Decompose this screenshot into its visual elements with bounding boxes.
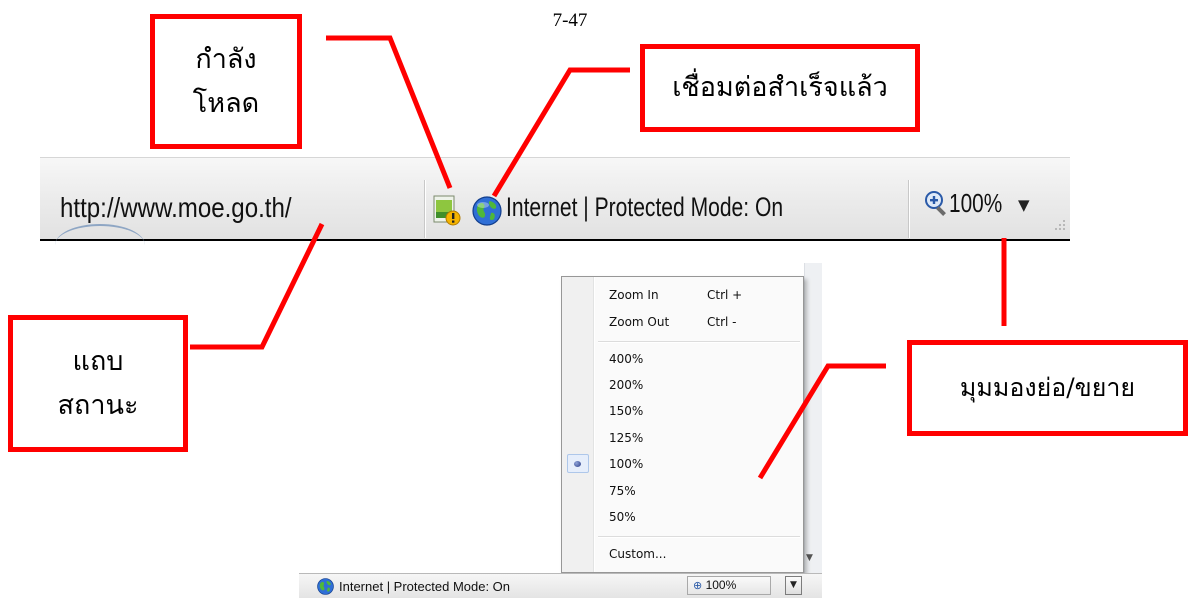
- callout-zoom-text: มุมมองย่อ/ขยาย: [959, 373, 1136, 402]
- zoom-dropdown-arrow-icon[interactable]: ▼: [1018, 196, 1030, 214]
- menu-item-zoom-75[interactable]: 75%: [565, 481, 800, 501]
- internet-globe-icon: [317, 578, 334, 595]
- zoom-level-text: 100%: [705, 578, 737, 592]
- internet-globe-icon: [472, 196, 502, 226]
- callout-zoom: มุมมองย่อ/ขยาย: [907, 340, 1188, 436]
- page-loading-icon: [433, 195, 461, 226]
- callout-connected-text: เชื่อมต่อสำเร็จแล้ว: [672, 72, 888, 103]
- menu-item-zoom-125[interactable]: 125%: [565, 428, 800, 448]
- vertical-scrollbar[interactable]: [804, 263, 822, 573]
- decorative-arc: [55, 224, 145, 266]
- resize-grip-icon[interactable]: [1054, 218, 1066, 232]
- security-zone-text: Internet | Protected Mode: On: [506, 192, 784, 222]
- menu-item-label: Zoom In: [609, 288, 659, 302]
- menu-item-label: Custom...: [609, 547, 667, 561]
- callout-loading: กำลัง โหลด: [150, 14, 302, 149]
- menu-item-label: 400%: [609, 352, 644, 366]
- zoom-level-button[interactable]: ⊕ 100%: [687, 576, 771, 595]
- status-bar-large: http://www.moe.go.th/ Internet | Protect…: [40, 157, 1070, 241]
- menu-item-zoom-400[interactable]: 400%: [565, 349, 800, 369]
- menu-item-label: 150%: [609, 404, 644, 418]
- zoom-magnifier-icon: ⊕: [693, 580, 703, 592]
- menu-item-zoom-50[interactable]: 50%: [565, 507, 800, 527]
- status-url: http://www.moe.go.th/: [60, 192, 292, 223]
- zoom-level-text[interactable]: 100%: [949, 188, 1002, 219]
- page-number: 7-47: [552, 10, 588, 31]
- menu-item-shortcut: Ctrl +: [707, 288, 743, 302]
- zoom-menu: Zoom In Ctrl + Zoom Out Ctrl - 400% 200%…: [561, 276, 804, 573]
- menu-item-zoom-in[interactable]: Zoom In Ctrl +: [565, 285, 800, 305]
- menu-item-zoom-100[interactable]: 100%: [565, 454, 800, 474]
- callout-status-bar-text: แถบ สถานะ: [57, 345, 139, 421]
- menu-item-zoom-150[interactable]: 150%: [565, 401, 800, 421]
- menu-item-shortcut: Ctrl -: [707, 315, 737, 329]
- scroll-down-arrow-icon[interactable]: ▼: [806, 553, 813, 563]
- callout-loading-text: กำลัง โหลด: [192, 43, 260, 119]
- radio-selected-icon: [574, 461, 581, 467]
- menu-separator: [598, 536, 800, 538]
- menu-item-zoom-200[interactable]: 200%: [565, 375, 800, 395]
- menu-item-zoom-out[interactable]: Zoom Out Ctrl -: [565, 312, 800, 332]
- zoom-dropdown-button[interactable]: ▼: [785, 576, 802, 595]
- menu-item-custom[interactable]: Custom...: [565, 544, 800, 564]
- menu-item-label: 75%: [609, 484, 636, 498]
- menu-item-label: 200%: [609, 378, 644, 392]
- callout-status-bar: แถบ สถานะ: [8, 315, 188, 452]
- menu-item-label: 100%: [609, 457, 644, 471]
- zoom-magnifier-icon[interactable]: [924, 190, 950, 218]
- menu-item-label: 50%: [609, 510, 636, 524]
- callout-connected: เชื่อมต่อสำเร็จแล้ว: [640, 44, 920, 132]
- menu-separator: [598, 341, 800, 343]
- security-zone-text: Internet | Protected Mode: On: [339, 579, 511, 594]
- menu-item-label: 125%: [609, 431, 644, 445]
- status-bar-small: Internet | Protected Mode: On ⊕ 100% ▼: [299, 573, 822, 598]
- menu-item-label: Zoom Out: [609, 315, 670, 329]
